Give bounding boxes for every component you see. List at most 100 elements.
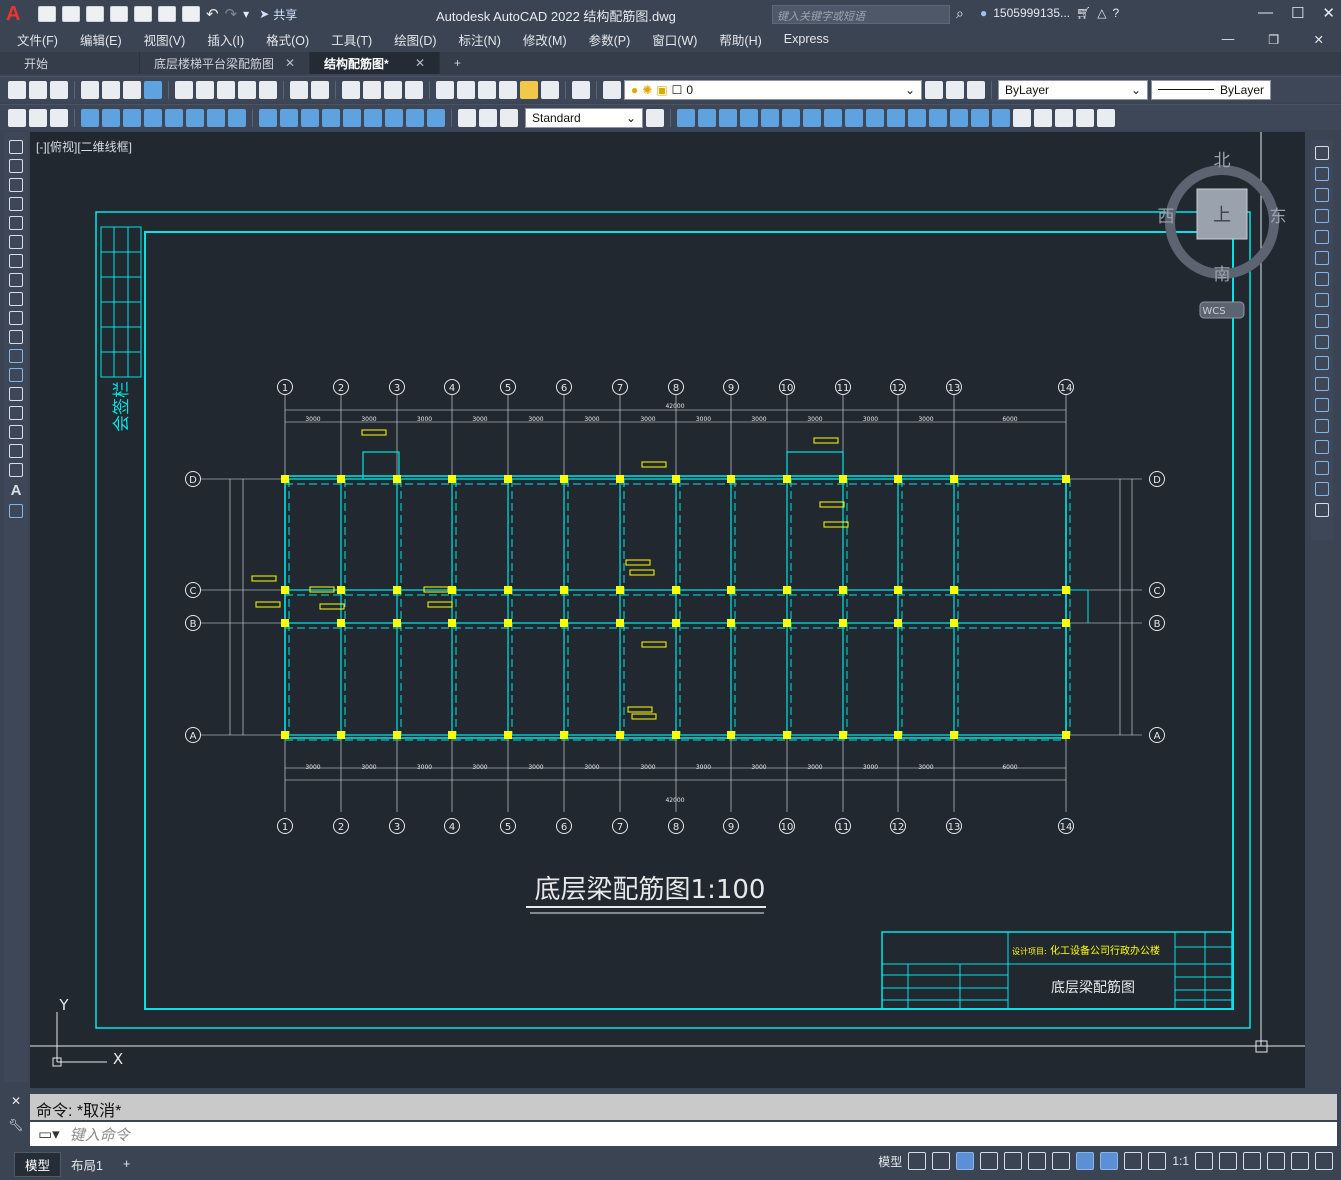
- snap-icon[interactable]: [932, 1152, 951, 1170]
- close-icon[interactable]: ✕: [11, 1094, 21, 1108]
- blend-icon[interactable]: [1315, 482, 1329, 496]
- arc-length-icon[interactable]: [123, 108, 141, 127]
- auto-scale-icon[interactable]: [1124, 1152, 1143, 1170]
- new-tab-button[interactable]: +: [440, 52, 475, 74]
- block-editor-icon[interactable]: [259, 80, 277, 99]
- open-icon[interactable]: [62, 6, 80, 22]
- isodraft-icon[interactable]: [1004, 1152, 1023, 1170]
- scale-icon[interactable]: [824, 108, 842, 127]
- copy-object-icon[interactable]: [698, 108, 716, 127]
- open-icon[interactable]: [29, 80, 47, 99]
- array-icon[interactable]: [1315, 230, 1329, 244]
- rotate-icon[interactable]: [1315, 272, 1329, 286]
- extend-icon[interactable]: [1315, 356, 1329, 370]
- offset-icon[interactable]: [740, 108, 758, 127]
- line-icon[interactable]: [9, 140, 23, 154]
- preview-icon[interactable]: [102, 80, 120, 99]
- edit-layer-icon[interactable]: [50, 108, 68, 127]
- region-icon[interactable]: [9, 444, 23, 458]
- clean-screen-icon[interactable]: [1291, 1152, 1309, 1170]
- make-block-icon[interactable]: [9, 368, 23, 382]
- scale-icon[interactable]: [1315, 293, 1329, 307]
- dim-style-icon[interactable]: [646, 108, 664, 127]
- menu-tools[interactable]: 工具(T): [320, 30, 383, 49]
- insert-block-icon[interactable]: [9, 349, 23, 363]
- zoom-previous-icon[interactable]: [405, 80, 423, 99]
- redo-icon[interactable]: ↷: [225, 5, 238, 23]
- table-icon[interactable]: [9, 463, 23, 477]
- new-icon[interactable]: [38, 6, 56, 22]
- break-icon[interactable]: [343, 108, 361, 127]
- layer-dropdown[interactable]: ● ✺ ▣ ☐ 0 ⌄: [624, 79, 922, 100]
- qat-dropdown-icon[interactable]: ▾: [243, 7, 249, 21]
- share-button[interactable]: ➤ 共享: [259, 6, 297, 23]
- ellipse-arc-icon[interactable]: [9, 330, 23, 344]
- tab-model[interactable]: 模型: [14, 1151, 62, 1177]
- menu-file[interactable]: 文件(F): [6, 30, 69, 49]
- aligned-dim-icon[interactable]: [102, 108, 120, 127]
- explode-icon[interactable]: [992, 108, 1010, 127]
- revcloud-icon[interactable]: [9, 273, 23, 287]
- chamfer-icon[interactable]: [1315, 440, 1329, 454]
- linetype-dropdown[interactable]: ByLayer: [1151, 79, 1271, 100]
- group-icon[interactable]: [1013, 108, 1031, 127]
- trim-icon[interactable]: [866, 108, 884, 127]
- command-prompt-icon[interactable]: ▭▾: [38, 1125, 60, 1143]
- undo-icon[interactable]: [290, 80, 308, 99]
- menu-modify[interactable]: 修改(M): [512, 30, 578, 49]
- continue-icon[interactable]: [301, 108, 319, 127]
- dim-update-icon[interactable]: [500, 108, 518, 127]
- autocad-logo-icon[interactable]: A: [6, 1, 32, 27]
- close-icon[interactable]: ✕: [285, 56, 295, 70]
- gradient-icon[interactable]: [9, 425, 23, 439]
- wcs-menu[interactable]: WCS: [1202, 306, 1225, 317]
- maximize-button[interactable]: ☐: [1291, 4, 1304, 22]
- group-edit-icon[interactable]: [1055, 108, 1073, 127]
- doc-restore-button[interactable]: ❐: [1257, 32, 1290, 47]
- save-icon[interactable]: [50, 80, 68, 99]
- menu-view[interactable]: 视图(V): [133, 30, 197, 49]
- mirror-icon[interactable]: [1315, 188, 1329, 202]
- array-icon[interactable]: [761, 108, 779, 127]
- doc-minimize-button[interactable]: —: [1211, 32, 1246, 47]
- fillet-icon[interactable]: [1315, 461, 1329, 475]
- doc-close-button[interactable]: ✕: [1303, 32, 1335, 47]
- isolate-icon[interactable]: [1243, 1152, 1261, 1170]
- add-layout-button[interactable]: +: [113, 1155, 140, 1173]
- osnap-icon[interactable]: [1052, 1152, 1071, 1170]
- mirror-icon[interactable]: [719, 108, 737, 127]
- save-web-icon[interactable]: [158, 6, 176, 22]
- search-icon[interactable]: ⌕: [956, 5, 964, 22]
- drawing-canvas[interactable]: [-][俯视][二维线框] 会签栏 1 1 2 2 3 3 4 4 5 5 6 6 7 7 8 8 9 9 10 10…: [30, 132, 1305, 1088]
- properties-icon[interactable]: [436, 80, 454, 99]
- menu-insert[interactable]: 插入(I): [196, 30, 255, 49]
- model-space-label[interactable]: 模型: [878, 1153, 902, 1170]
- tab-start[interactable]: 开始: [10, 52, 140, 74]
- annotation-scale-icon[interactable]: [1148, 1152, 1167, 1170]
- 3d-dwf-icon[interactable]: [144, 80, 162, 99]
- tool-palettes-icon[interactable]: [478, 80, 496, 99]
- space-icon[interactable]: [322, 108, 340, 127]
- scale-value[interactable]: 1:1: [1172, 1154, 1189, 1168]
- tab-structure[interactable]: 结构配筋图* ✕: [310, 52, 440, 74]
- baseline-icon[interactable]: [280, 108, 298, 127]
- polar-icon[interactable]: [980, 1152, 999, 1170]
- tab-stair-beam[interactable]: 底层楼梯平台梁配筋图 ✕: [140, 52, 310, 74]
- quick-dim-icon[interactable]: [259, 108, 277, 127]
- circle-icon[interactable]: [9, 254, 23, 268]
- annotation-visibility-icon[interactable]: [1100, 1152, 1119, 1170]
- zoom-realtime-icon[interactable]: [363, 80, 381, 99]
- save-icon[interactable]: [86, 6, 104, 22]
- menu-parametric[interactable]: 参数(P): [578, 30, 642, 49]
- ordinate-icon[interactable]: [144, 108, 162, 127]
- angular-dim-icon[interactable]: [228, 108, 246, 127]
- redo-icon[interactable]: [311, 80, 329, 99]
- search-input[interactable]: 键入关键字或短语: [772, 5, 950, 24]
- a360-icon[interactable]: △: [1097, 6, 1106, 20]
- layer-previous-icon[interactable]: [946, 80, 964, 99]
- chamfer-icon[interactable]: [950, 108, 968, 127]
- arc-icon[interactable]: [9, 235, 23, 249]
- linear-dim-icon[interactable]: [81, 108, 99, 127]
- diameter-dim-icon[interactable]: [207, 108, 225, 127]
- menu-draw[interactable]: 绘图(D): [383, 30, 447, 49]
